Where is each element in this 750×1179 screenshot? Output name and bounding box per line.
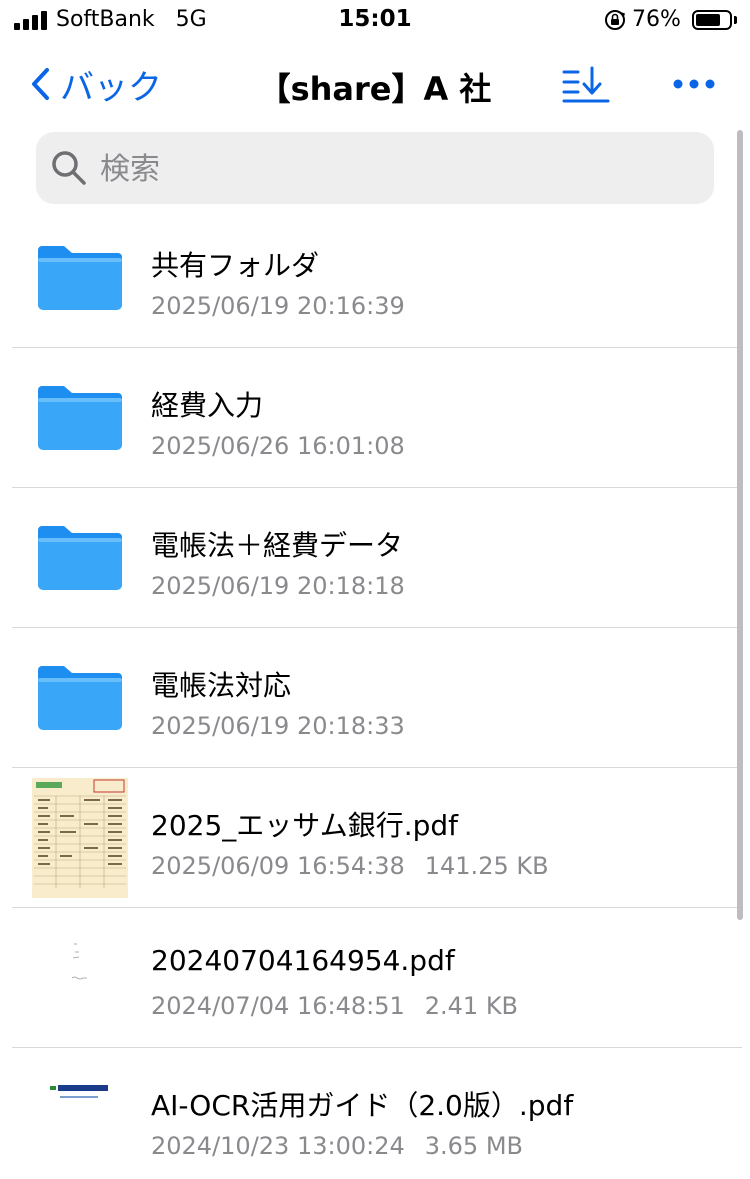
battery-percent: 76% <box>632 7 681 32</box>
scrollbar[interactable] <box>737 130 743 920</box>
folder-icon <box>38 386 122 450</box>
back-button[interactable]: バック <box>30 62 162 108</box>
item-date: 2025/06/19 20:18:18 <box>151 572 405 600</box>
files-screen: SoftBank 5G 15:01 76% バック 【share】A 社 検索 … <box>0 0 750 1179</box>
item-name: AI-OCR活用ガイド（2.0版）.pdf <box>151 1089 574 1122</box>
item-name: 電帳法対応 <box>151 669 292 702</box>
item-name: 2025_エッサム銀行.pdf <box>151 809 459 842</box>
item-meta: 2025/06/19 20:16:39 <box>151 292 405 320</box>
folder-icon <box>38 666 122 730</box>
more-icon[interactable] <box>670 68 718 100</box>
item-size: 3.65 MB <box>424 1132 523 1160</box>
item-size: 2.41 KB <box>424 992 519 1020</box>
file-list: 共有フォルダ 2025/06/19 20:16:39 経費入力 2025/06/… <box>0 208 750 1179</box>
navigation-bar: バック 【share】A 社 <box>0 52 750 116</box>
item-date: 2024/07/04 16:48:51 <box>151 992 405 1020</box>
list-item[interactable]: 共有フォルダ 2025/06/19 20:16:39 <box>0 208 750 348</box>
item-name: 共有フォルダ <box>151 249 320 282</box>
list-item[interactable]: 電帳法＋経費データ 2025/06/19 20:18:18 <box>0 488 750 628</box>
pdf-thumbnail <box>48 1082 112 1108</box>
folder-icon <box>38 246 122 310</box>
bank-statement-preview <box>32 778 128 898</box>
battery-tip <box>734 16 737 24</box>
pdf-thumbnail <box>32 778 128 898</box>
list-item[interactable]: 経費入力 2025/06/26 16:01:08 <box>0 348 750 488</box>
item-date: 2025/06/19 20:16:39 <box>151 292 405 320</box>
battery-icon <box>692 10 732 30</box>
item-size: 141.25 KB <box>424 852 549 880</box>
item-meta: 2025/06/09 16:54:38 141.25 KB <box>151 852 549 880</box>
item-date: 2025/06/26 16:01:08 <box>151 432 405 460</box>
search-bar[interactable] <box>36 132 714 206</box>
item-name: 20240704164954.pdf <box>151 944 455 977</box>
search-input[interactable] <box>98 132 702 206</box>
pdf-thumbnail <box>71 943 87 980</box>
item-date: 2025/06/09 16:54:38 <box>151 852 405 880</box>
item-name: 経費入力 <box>151 389 264 422</box>
item-meta: 2025/06/19 20:18:18 <box>151 572 405 600</box>
back-label: バック <box>60 67 162 108</box>
item-meta: 2024/07/04 16:48:51 2.41 KB <box>151 992 518 1020</box>
search-icon <box>52 151 86 185</box>
list-item[interactable]: 電帳法対応 2025/06/19 20:18:33 <box>0 628 750 768</box>
list-item[interactable]: 2025_エッサム銀行.pdf 2025/06/09 16:54:38 141.2… <box>0 768 750 908</box>
item-date: 2025/06/19 20:18:33 <box>151 712 405 740</box>
sort-icon[interactable] <box>562 64 610 104</box>
folder-icon <box>38 526 122 590</box>
item-meta: 2025/06/26 16:01:08 <box>151 432 405 460</box>
status-bar: SoftBank 5G 15:01 76% <box>0 0 750 44</box>
item-name: 電帳法＋経費データ <box>151 529 404 562</box>
list-item[interactable]: AI-OCR活用ガイド（2.0版）.pdf 2024/10/23 13:00:2… <box>0 1048 750 1179</box>
chevron-left-icon <box>32 68 49 100</box>
item-meta: 2025/06/19 20:18:33 <box>151 712 405 740</box>
item-meta: 2024/10/23 13:00:24 3.65 MB <box>151 1132 523 1160</box>
item-date: 2024/10/23 13:00:24 <box>151 1132 405 1160</box>
rotation-lock-icon <box>605 10 626 30</box>
list-item[interactable]: 20240704164954.pdf 2024/07/04 16:48:51 2.… <box>0 908 750 1048</box>
